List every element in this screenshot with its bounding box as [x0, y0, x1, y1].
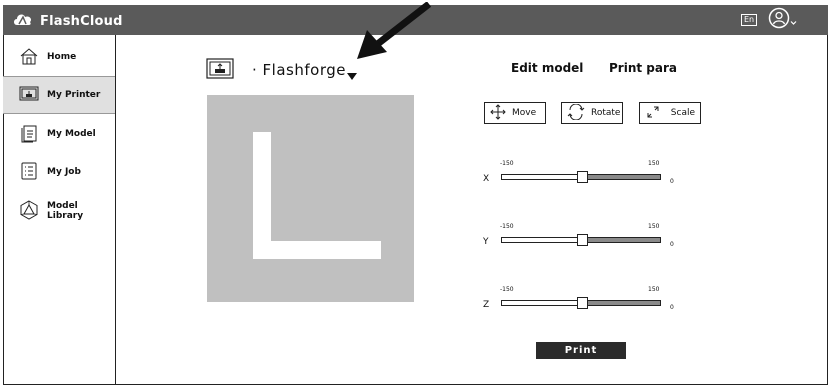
- z-slider-fill: [586, 301, 660, 305]
- z-axis-label: Z: [483, 300, 490, 310]
- x-slider-fill: [586, 175, 660, 179]
- app-logo[interactable]: FlashCloud: [12, 11, 123, 31]
- sidebar-item-label: Home: [47, 52, 77, 62]
- user-menu[interactable]: [768, 7, 798, 33]
- sidebar-item-home[interactable]: Home: [3, 38, 115, 76]
- x-slider-track[interactable]: [501, 171, 661, 183]
- x-axis-value: 0: [670, 178, 674, 185]
- y-slider-handle[interactable]: [577, 234, 588, 246]
- x-axis-min: -150: [500, 160, 514, 167]
- cloud-logo-icon: [12, 11, 34, 31]
- y-axis-min: -150: [500, 223, 514, 230]
- printer-icon: [19, 86, 39, 105]
- scale-icon: [645, 104, 661, 123]
- y-axis-max: 150: [648, 223, 660, 230]
- model-file-icon: [19, 123, 39, 146]
- y-axis-label: Y: [483, 237, 489, 247]
- z-axis-value: 0: [670, 304, 674, 311]
- z-axis-slider: Z -150 150 0: [483, 286, 683, 316]
- printer-device-icon: [206, 58, 234, 84]
- y-slider-fill: [586, 238, 660, 242]
- x-axis-slider: X -150 150 0: [483, 160, 683, 190]
- rotate-label: Rotate: [591, 108, 621, 118]
- z-slider-handle[interactable]: [577, 297, 588, 309]
- job-list-icon: [19, 161, 39, 184]
- sidebar-item-my-model[interactable]: My Model: [3, 115, 115, 153]
- tab-edit-model[interactable]: Edit model: [511, 61, 583, 75]
- x-slider-handle[interactable]: [577, 171, 588, 183]
- sidebar-item-label: Model Library: [47, 201, 84, 221]
- user-avatar-icon: [768, 7, 790, 33]
- rotate-icon: [567, 103, 585, 123]
- tab-print-para[interactable]: Print para: [609, 61, 677, 75]
- x-axis-label: X: [483, 174, 490, 184]
- model-preview-canvas[interactable]: [207, 95, 414, 302]
- library-icon: [19, 199, 39, 223]
- caret-down-icon[interactable]: [346, 66, 358, 85]
- move-icon: [490, 103, 506, 123]
- home-icon: [19, 47, 39, 68]
- model-l-shape: [253, 132, 381, 259]
- rotate-button[interactable]: Rotate: [561, 102, 623, 124]
- device-selector[interactable]: · Flashforge: [252, 61, 346, 79]
- move-button[interactable]: Move: [484, 102, 546, 124]
- language-switch[interactable]: En: [741, 14, 758, 26]
- x-axis-max: 150: [648, 160, 660, 167]
- sidebar: Home My Printer My Model My Job Model Li…: [3, 35, 116, 385]
- chevron-down-icon: [790, 11, 797, 30]
- sidebar-item-label: My Job: [47, 167, 81, 177]
- device-name: Flashforge: [262, 61, 346, 79]
- scale-button[interactable]: Scale: [639, 102, 701, 124]
- pointer-arrow-icon: [355, 1, 435, 66]
- move-label: Move: [512, 108, 537, 118]
- sidebar-item-my-job[interactable]: My Job: [3, 153, 115, 191]
- z-axis-min: -150: [500, 286, 514, 293]
- sidebar-item-label: My Printer: [47, 90, 101, 100]
- scale-label: Scale: [670, 108, 695, 118]
- app-name: FlashCloud: [40, 13, 123, 29]
- y-axis-slider: Y -150 150 0: [483, 223, 683, 253]
- sidebar-item-model-library[interactable]: Model Library: [3, 192, 115, 230]
- sidebar-item-my-printer[interactable]: My Printer: [3, 76, 115, 114]
- z-slider-track[interactable]: [501, 297, 661, 309]
- y-axis-value: 0: [670, 241, 674, 248]
- print-button[interactable]: Print: [536, 342, 626, 359]
- sidebar-item-label: My Model: [47, 129, 96, 139]
- z-axis-max: 150: [648, 286, 660, 293]
- y-slider-track[interactable]: [501, 234, 661, 246]
